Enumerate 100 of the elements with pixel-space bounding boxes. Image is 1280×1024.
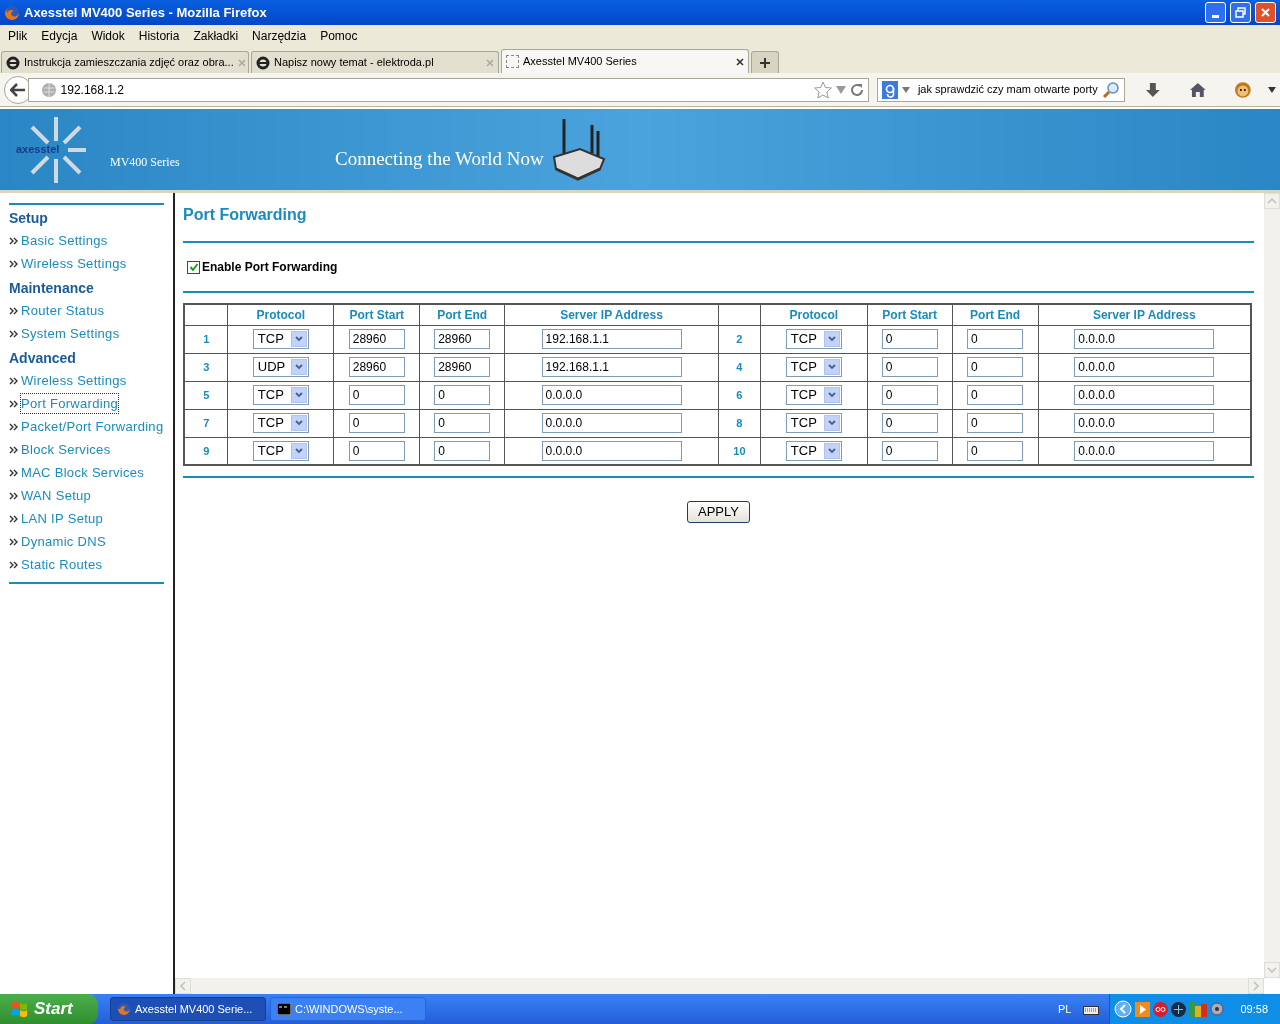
protocol-select[interactable]: TCP (785, 357, 842, 377)
menu-item[interactable]: Pomoc (313, 27, 365, 45)
menu-item[interactable]: Narzędzia (245, 27, 314, 45)
text-input[interactable]: 28960 (348, 329, 405, 349)
close-button[interactable] (1255, 2, 1276, 23)
text-input[interactable]: 0 (881, 329, 938, 349)
sidebar-link[interactable]: Wireless Settings (21, 370, 127, 391)
text-input[interactable]: 0.0.0.0 (1074, 357, 1215, 377)
apply-button[interactable]: APPLY (687, 501, 750, 523)
checkbox[interactable] (187, 260, 200, 274)
restore-button[interactable] (1230, 2, 1251, 23)
colored-blocks-icon[interactable] (1189, 1001, 1208, 1017)
row-number: 10 (733, 444, 746, 457)
text-input[interactable]: 0 (881, 385, 938, 405)
dropdown-icon[interactable] (901, 86, 910, 93)
text-input[interactable]: 0 (348, 440, 405, 461)
close-tab-icon[interactable] (736, 57, 744, 66)
text-input[interactable]: 0 (967, 357, 1024, 377)
menu-dropdown-icon[interactable] (1268, 86, 1276, 93)
search-field[interactable]: jak sprawdzić czy mam otwarte porty (876, 77, 1125, 102)
home-icon[interactable] (1188, 81, 1207, 98)
download-icon[interactable] (1144, 81, 1161, 98)
protocol-select[interactable]: TCP (785, 329, 842, 349)
menu-item[interactable]: Widok (84, 27, 132, 45)
taskbar-button[interactable]: Axesstel MV400 Serie... (110, 997, 266, 1021)
text-input[interactable]: 0 (434, 413, 491, 433)
menu-item[interactable]: Historia (131, 27, 187, 45)
language-indicator[interactable]: PL (1058, 1000, 1072, 1018)
chevron-left-icon[interactable] (1114, 1000, 1133, 1018)
sidebar-link[interactable]: Port Forwarding (21, 393, 118, 414)
row-number: 7 (203, 417, 210, 429)
text-input[interactable]: 192.168.1.1 (541, 357, 682, 377)
menu-item[interactable]: Edycja (34, 27, 85, 45)
close-icon (1260, 7, 1271, 18)
text-input[interactable]: 0 (348, 385, 405, 405)
dropdown-icon[interactable] (835, 85, 846, 94)
protocol-select[interactable]: TCP (252, 413, 309, 433)
minimize-button[interactable] (1205, 2, 1226, 23)
sidebar-link[interactable]: WAN Setup (21, 485, 92, 506)
sidebar-link[interactable]: Router Status (21, 300, 105, 321)
reload-icon[interactable] (849, 82, 864, 97)
protocol-select[interactable]: TCP (785, 413, 842, 433)
text-input[interactable]: 0.0.0.0 (541, 440, 682, 461)
star-icon[interactable] (813, 80, 832, 99)
text-input[interactable]: 0 (881, 413, 938, 433)
text-input[interactable]: 0.0.0.0 (1074, 385, 1215, 405)
text-input[interactable]: 0 (967, 440, 1024, 461)
sidebar-link[interactable]: Dynamic DNS (21, 531, 106, 552)
browser-tab[interactable]: Napisz nowy temat - elektroda.pl (251, 51, 499, 73)
text-input[interactable]: 0 (881, 357, 938, 377)
text-input[interactable]: 0 (967, 385, 1024, 405)
taskbar-button[interactable]: C:\WINDOWS\syste... (270, 997, 426, 1021)
chevron-icon (9, 468, 18, 477)
section-heading: Maintenance (9, 278, 95, 298)
text-input[interactable]: 0 (881, 440, 938, 461)
text-input[interactable]: 28960 (348, 357, 405, 377)
protocol-select[interactable]: TCP (785, 440, 842, 461)
keyboard-icon[interactable] (1083, 1003, 1100, 1015)
sidebar-link[interactable]: Block Services (21, 439, 111, 460)
text-input[interactable]: 0 (434, 440, 491, 461)
text-input[interactable]: 0 (967, 413, 1024, 433)
protocol-select[interactable]: TCP (785, 385, 842, 405)
protocol-select[interactable]: TCP (252, 440, 309, 461)
text-input[interactable]: 0 (348, 413, 405, 433)
text-input[interactable]: 192.168.1.1 (541, 329, 682, 349)
menu-item[interactable]: Plik (1, 27, 35, 45)
sidebar-link[interactable]: LAN IP Setup (21, 508, 104, 529)
sidebar-link[interactable]: Static Routes (21, 554, 103, 575)
text-input[interactable]: 0.0.0.0 (1074, 440, 1215, 461)
text-input[interactable]: 0.0.0.0 (541, 413, 682, 433)
text-input[interactable]: 0 (967, 329, 1024, 349)
protocol-select[interactable]: TCP (252, 385, 309, 405)
address-bar[interactable]: 192.168.1.2 (27, 77, 869, 102)
text-input[interactable]: 0.0.0.0 (1074, 413, 1215, 433)
text-input[interactable]: 28960 (434, 329, 491, 349)
restore-icon (1235, 7, 1246, 18)
menu-item[interactable]: Zakładki (186, 27, 246, 45)
text-input[interactable]: 0.0.0.0 (541, 385, 682, 405)
search-icon[interactable] (1101, 80, 1120, 99)
sidebar-link[interactable]: Packet/Port Forwarding (21, 416, 164, 437)
sidebar-link[interactable]: MAC Block Services (21, 462, 145, 483)
sidebar-link[interactable]: Wireless Settings (21, 253, 127, 274)
chevron-icon (9, 376, 18, 385)
play-icon[interactable] (1135, 1001, 1151, 1017)
chevron-icon (9, 560, 18, 569)
column-header: Server IP Address (560, 307, 663, 322)
sidebar-link[interactable]: System Settings (21, 323, 120, 344)
browser-tab[interactable]: Axesstel MV400 Series (501, 49, 749, 73)
speaker-icon[interactable] (1210, 1001, 1226, 1017)
sidebar-link[interactable]: Basic Settings (21, 230, 108, 251)
search-engine-icon[interactable] (881, 80, 898, 99)
protocol-select[interactable]: UDP (252, 357, 309, 377)
browser-tab[interactable]: Instrukcja zamieszczania zdjęć oraz obra... (1, 51, 249, 73)
protocol-select[interactable]: TCP (252, 329, 309, 349)
text-input[interactable]: 0.0.0.0 (1074, 329, 1215, 349)
new-tab-button[interactable] (751, 51, 779, 73)
monkey-icon[interactable] (1234, 80, 1253, 99)
text-input[interactable]: 0 (434, 385, 491, 405)
music-app-icon[interactable] (1153, 1001, 1169, 1017)
text-input[interactable]: 28960 (434, 357, 491, 377)
